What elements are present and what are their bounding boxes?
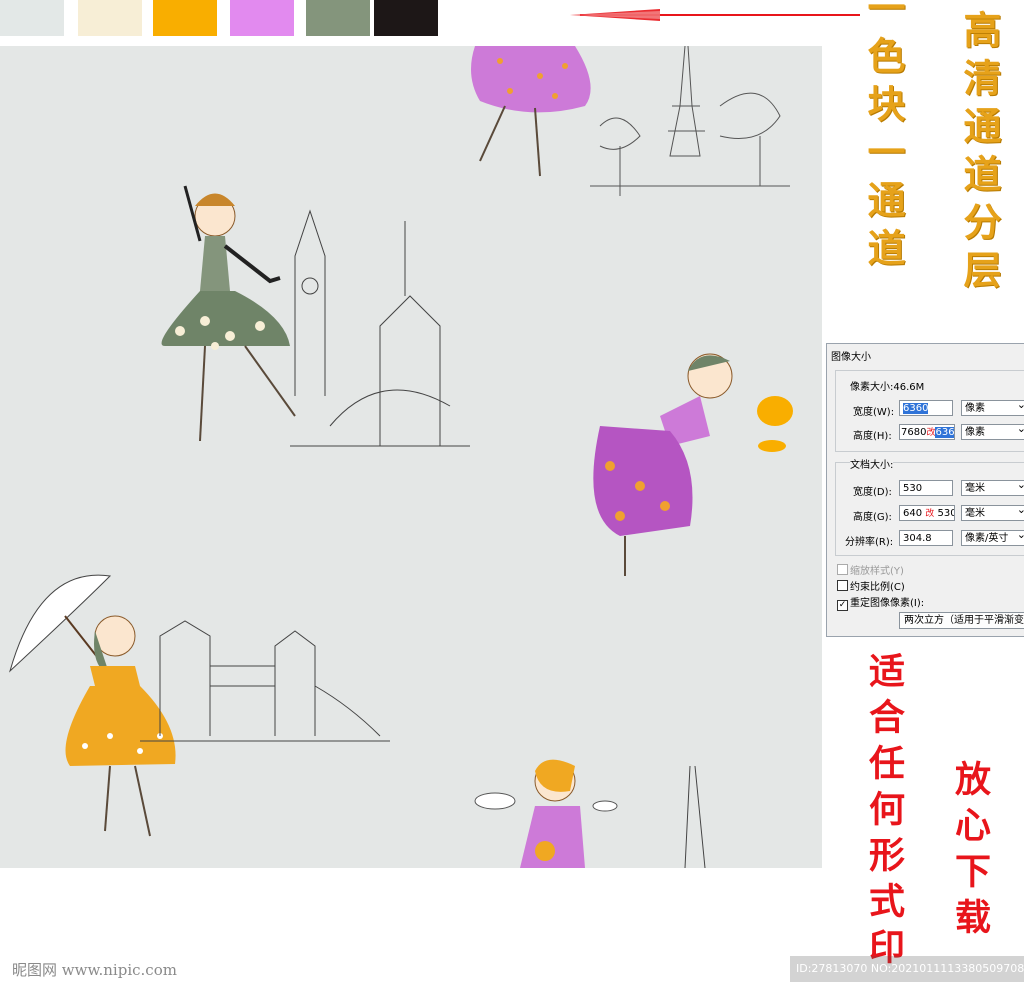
scale-styles-checkbox[interactable]: 缩放样式(Y) [837,562,904,577]
pixel-width-unit-select[interactable]: 像素 [961,398,1024,416]
image-id-bar: ID:27813070 NO:20210111133805097086 [790,956,1024,982]
annotation-any-print: 适合任何形式印 [863,652,905,974]
eiffel-tower-illustration [590,46,790,196]
annotation-download: 放心下载 [949,760,991,944]
pixel-height-label: 高度(H): [853,431,892,442]
annotation-hd-layers: 高清通道分层 [957,10,1002,298]
swatch-sage [306,0,370,36]
swatch-black [374,0,438,36]
doc-height-unit-select[interactable]: 毫米 [961,503,1024,521]
pixel-width-input[interactable]: 6360 [899,400,953,416]
doc-height-label: 高度(G): [853,512,892,523]
image-size-dialog: 图像大小 像素大小:46.6M 宽度(W): 6360 像素 高度(H): 76… [826,343,1024,637]
doc-width-input[interactable]: 530 [899,480,953,496]
swatch-violet [230,0,294,36]
resolution-input[interactable]: 304.8 [899,530,953,546]
resolution-label: 分辨率(R): [845,537,894,548]
pixel-height-unit-select[interactable]: 像素 [961,422,1024,440]
girl-cupcake-illustration [474,759,706,868]
pixel-group-title: 像素大小:46.6M [850,378,925,393]
arrow-left-icon [570,9,860,21]
swatch-light-grey [0,0,64,36]
girl-green-ballerina-illustration [161,185,296,442]
tower-bridge-illustration [140,620,390,742]
girl-teapot-illustration [593,353,793,576]
pixel-width-label: 宽度(W): [853,407,895,418]
doc-height-input[interactable]: 640 改 530 [899,505,955,521]
pattern-illustration [0,46,822,868]
annotation-color-block: 一色块一通道 [861,0,906,276]
doc-width-label: 宽度(D): [853,487,892,498]
constrain-proportions-checkbox[interactable]: 约束比例(C) [837,578,905,593]
swatch-orange [153,0,217,36]
doc-group-title: 文档大小: [850,456,894,471]
big-ben-illustration [290,209,470,447]
swatch-cream [78,0,142,36]
resample-checkbox[interactable]: ✓ 重定图像像素(I): [837,594,924,611]
pixel-height-input[interactable]: 7680改6360 [899,424,955,440]
resample-method-select[interactable]: 两次立方（适用于平滑渐变） [899,612,1024,629]
resolution-unit-select[interactable]: 像素/英寸 [961,528,1024,546]
girl-umbrella-illustration [9,574,176,837]
girl-purple-top-illustration [471,46,591,177]
doc-width-unit-select[interactable]: 毫米 [961,478,1024,496]
site-logo: 昵图网 www.nipic.com [12,961,177,979]
dialog-title: 图像大小 [831,352,871,363]
